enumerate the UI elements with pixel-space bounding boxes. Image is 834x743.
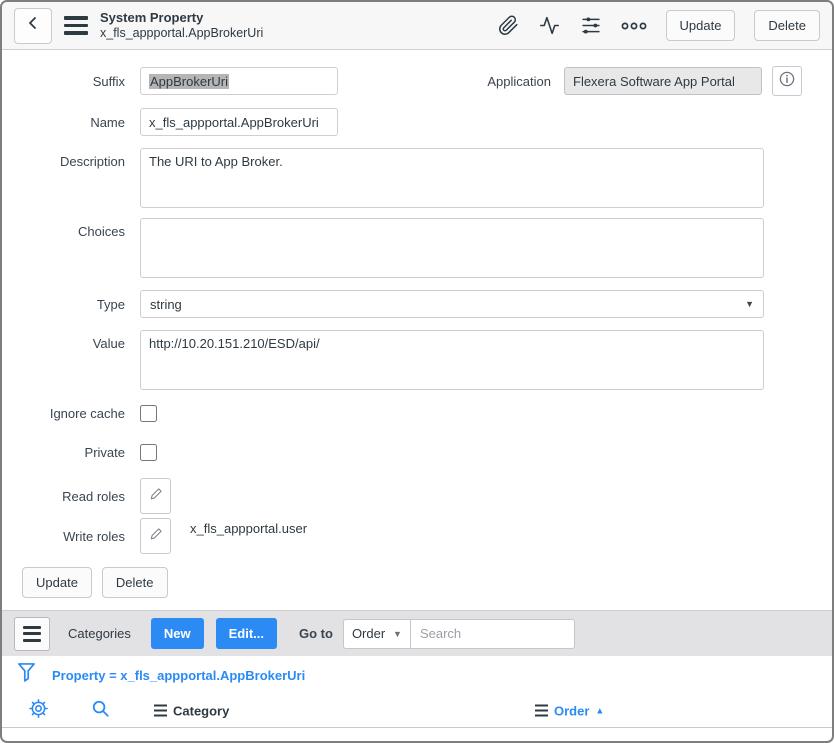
column-header-order[interactable]: Order ▲ bbox=[535, 703, 604, 718]
category-column-label: Category bbox=[173, 703, 229, 718]
choices-textarea[interactable] bbox=[140, 218, 764, 278]
ignore-cache-checkbox[interactable] bbox=[140, 405, 157, 422]
form-header: System Property x_fls_appportal.AppBroke… bbox=[2, 2, 832, 50]
column-menu-icon bbox=[535, 705, 548, 717]
order-column-label: Order bbox=[554, 703, 589, 718]
application-info-button[interactable] bbox=[772, 66, 802, 96]
name-input[interactable] bbox=[140, 108, 338, 136]
categories-toolbar: Categories New Edit... Go to Order ▼ bbox=[2, 610, 832, 656]
private-checkbox[interactable] bbox=[140, 444, 157, 461]
list-menu-icon bbox=[23, 626, 41, 642]
ignore-cache-label: Ignore cache bbox=[2, 406, 140, 421]
filter-funnel-icon[interactable] bbox=[17, 662, 36, 688]
system-property-window: System Property x_fls_appportal.AppBroke… bbox=[0, 0, 834, 743]
value-textarea[interactable]: http://10.20.151.210/ESD/api/ bbox=[140, 330, 764, 390]
record-subtitle: x_fls_appportal.AppBrokerUri bbox=[100, 26, 263, 42]
activity-stream-icon[interactable] bbox=[538, 15, 561, 36]
record-title: System Property x_fls_appportal.AppBroke… bbox=[100, 10, 263, 42]
more-options-icon[interactable] bbox=[621, 20, 647, 32]
filter-breadcrumb-link[interactable]: Property = x_fls_appportal.AppBrokerUri bbox=[52, 668, 305, 683]
list-header-row: Category Order ▲ bbox=[2, 694, 832, 728]
form-context-menu-icon[interactable] bbox=[64, 16, 88, 35]
sort-ascending-icon: ▲ bbox=[595, 706, 604, 716]
type-select-value: string bbox=[150, 297, 182, 312]
caret-down-icon: ▼ bbox=[745, 299, 754, 309]
write-roles-label: Write roles bbox=[2, 529, 140, 544]
caret-down-icon: ▼ bbox=[393, 629, 402, 639]
related-list-title: Categories bbox=[68, 626, 131, 641]
form-update-button[interactable]: Update bbox=[22, 567, 92, 598]
page-title: System Property bbox=[100, 10, 263, 26]
type-select[interactable]: string ▼ bbox=[140, 290, 764, 318]
goto-field-select[interactable]: Order ▼ bbox=[343, 619, 411, 649]
chevron-left-icon bbox=[25, 15, 41, 36]
paperclip-icon[interactable] bbox=[498, 15, 519, 36]
goto-label: Go to bbox=[299, 626, 333, 641]
read-roles-label: Read roles bbox=[2, 489, 140, 504]
application-input bbox=[564, 67, 762, 95]
value-label: Value bbox=[2, 330, 140, 351]
back-button[interactable] bbox=[14, 8, 52, 44]
form-delete-button[interactable]: Delete bbox=[102, 567, 168, 598]
column-header-category[interactable]: Category bbox=[154, 703, 229, 718]
application-label: Application bbox=[338, 74, 564, 89]
choices-label: Choices bbox=[2, 218, 140, 239]
suffix-input[interactable]: AppBrokerUri bbox=[140, 67, 338, 95]
description-textarea[interactable]: The URI to App Broker. bbox=[140, 148, 764, 208]
list-context-menu-button[interactable] bbox=[14, 617, 50, 651]
private-label: Private bbox=[2, 445, 140, 460]
list-filter-row: Property = x_fls_appportal.AppBrokerUri bbox=[2, 656, 832, 694]
info-icon bbox=[779, 71, 795, 92]
write-roles-value: x_fls_appportal.user bbox=[190, 521, 307, 536]
list-search-icon[interactable] bbox=[91, 699, 110, 723]
type-label: Type bbox=[2, 297, 140, 312]
list-personalize-gear-icon[interactable] bbox=[28, 698, 49, 724]
goto-select-value: Order bbox=[352, 626, 385, 641]
description-label: Description bbox=[2, 148, 140, 169]
personalize-form-icon[interactable] bbox=[580, 15, 602, 36]
header-delete-button[interactable]: Delete bbox=[754, 10, 820, 41]
pencil-icon bbox=[149, 487, 163, 506]
new-button[interactable]: New bbox=[151, 618, 204, 649]
list-search-input[interactable] bbox=[411, 619, 575, 649]
header-update-button[interactable]: Update bbox=[666, 10, 736, 41]
write-roles-edit-button[interactable] bbox=[140, 518, 171, 554]
edit-button[interactable]: Edit... bbox=[216, 618, 277, 649]
read-roles-edit-button[interactable] bbox=[140, 478, 171, 514]
suffix-label: Suffix bbox=[2, 74, 140, 89]
suffix-selected-text: AppBrokerUri bbox=[149, 74, 229, 89]
column-menu-icon bbox=[154, 705, 167, 717]
system-property-form: Suffix AppBrokerUri Application Name Des… bbox=[2, 50, 832, 598]
name-label: Name bbox=[2, 115, 140, 130]
pencil-icon bbox=[149, 527, 163, 546]
